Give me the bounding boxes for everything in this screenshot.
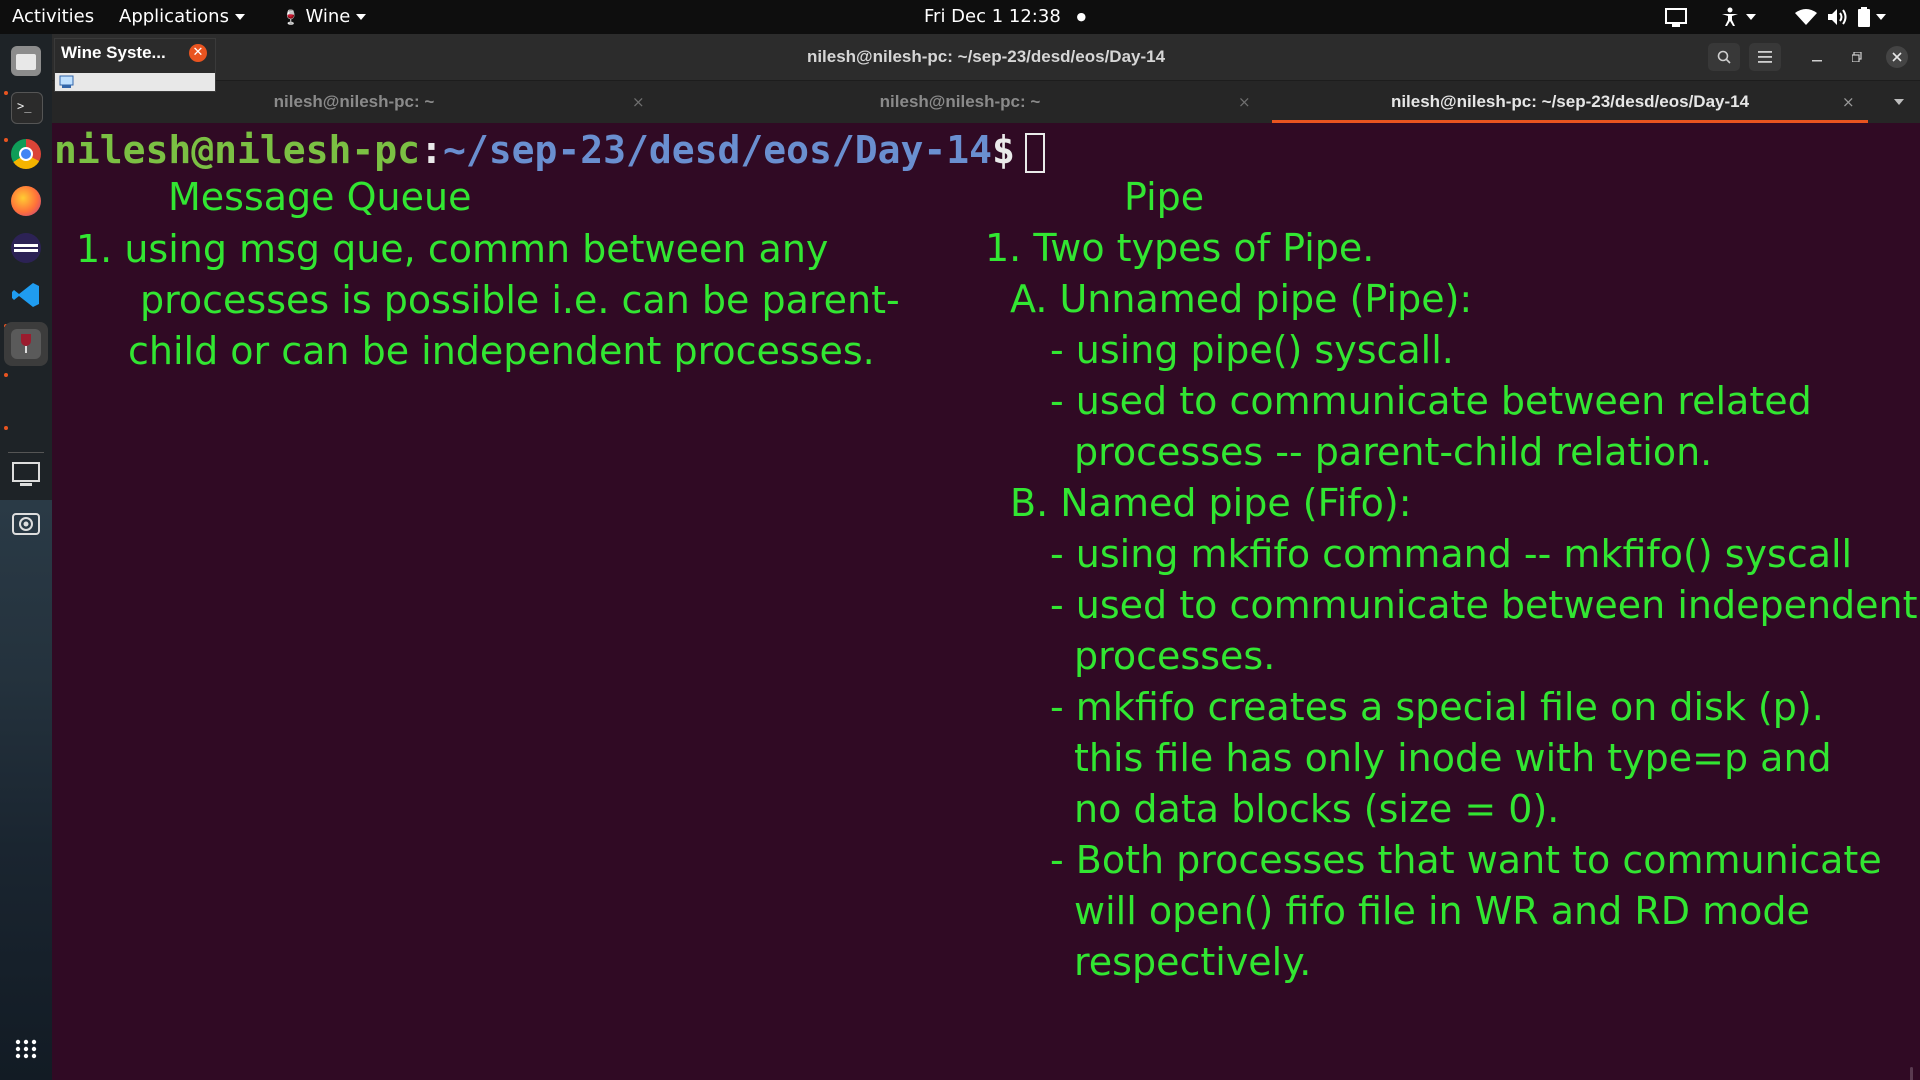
tab-label: nilesh@nilesh-pc: ~/sep-23/desd/eos/Day-…: [1390, 92, 1750, 111]
firefox-icon[interactable]: [11, 186, 41, 216]
prompt-user: nilesh@nilesh-pc: [54, 128, 421, 172]
right-line: - Both processes that want to communicat…: [1050, 838, 1882, 882]
accessibility-menu[interactable]: [1720, 0, 1756, 34]
chevron-down-icon: [1746, 14, 1756, 20]
clock-label: Fri Dec 1 12:38: [924, 6, 1061, 27]
notification-dot: ●: [1076, 10, 1087, 23]
tab-3-active[interactable]: nilesh@nilesh-pc: ~/sep-23/desd/eos/Day-…: [1272, 81, 1868, 123]
prompt-symbol: $: [992, 128, 1015, 172]
system-menu[interactable]: [1858, 0, 1886, 34]
wine-popup-title: Wine Syste...: [61, 43, 166, 62]
restore-icon: [1851, 51, 1862, 63]
wine-system-tray-popup[interactable]: Wine Syste... ✕: [54, 38, 216, 92]
terminal-window: nilesh@nilesh-pc: ~/sep-23/desd/eos/Day-…: [52, 34, 1920, 1080]
display-icon[interactable]: [11, 460, 41, 490]
left-line: processes is possible i.e. can be parent…: [140, 278, 900, 322]
restore-button[interactable]: [1846, 46, 1868, 68]
app-grid-icon[interactable]: [11, 1034, 41, 1064]
title-bar[interactable]: nilesh@nilesh-pc: ~/sep-23/desd/eos/Day-…: [52, 34, 1920, 81]
running-indicator: [4, 373, 8, 377]
volume-icon[interactable]: [1827, 8, 1849, 26]
close-button[interactable]: [1886, 46, 1908, 68]
chevron-down-icon: [1876, 14, 1886, 20]
window-title: nilesh@nilesh-pc: ~/sep-23/desd/eos/Day-…: [806, 47, 1166, 66]
right-line: - used to communicate between independen…: [1050, 583, 1918, 627]
top-bar: Activities Applications 🍷 Wine Fri Dec 1 …: [0, 0, 1920, 34]
terminal-area[interactable]: nilesh@nilesh-pc:~/sep-23/desd/eos/Day-1…: [52, 123, 1920, 1080]
tab-2[interactable]: nilesh@nilesh-pc: ~: [658, 81, 1262, 123]
wallpaper-strip: [0, 500, 52, 1080]
accessibility-icon: [1722, 7, 1738, 26]
wine-tray-icon[interactable]: [59, 75, 75, 89]
right-line: - using pipe() syscall.: [1050, 328, 1454, 372]
prompt-path: ~/sep-23/desd/eos/Day-14: [442, 128, 993, 172]
right-line: processes -- parent-child relation.: [1074, 430, 1713, 474]
left-line: child or can be independent processes.: [128, 329, 875, 373]
prompt-separator: :: [420, 128, 443, 172]
scrollbar[interactable]: [1910, 1067, 1913, 1080]
running-indicator: [4, 91, 8, 95]
search-icon: [1717, 50, 1731, 64]
wine-icon[interactable]: [11, 329, 41, 359]
terminal-icon[interactable]: >_: [11, 92, 43, 124]
close-icon: [1892, 52, 1902, 62]
running-indicator: [4, 426, 8, 430]
wifi-icon[interactable]: [1795, 9, 1817, 26]
battery-icon: [1858, 7, 1870, 27]
right-line: - mkfifo creates a special file on disk …: [1050, 685, 1824, 729]
right-line: no data blocks (size = 0).: [1074, 787, 1560, 831]
right-line: will open() fifo file in WR and RD mode: [1074, 889, 1810, 933]
tab-list-dropdown[interactable]: [1894, 99, 1904, 105]
minimize-icon: [1812, 60, 1822, 62]
activities-button[interactable]: Activities: [12, 0, 94, 34]
right-line: 1. Two types of Pipe.: [985, 226, 1375, 270]
applications-menu[interactable]: Applications: [119, 0, 245, 34]
right-line: processes.: [1074, 634, 1276, 678]
right-line: B. Named pipe (Fifo):: [1010, 481, 1412, 525]
files-icon[interactable]: [11, 46, 41, 76]
vscode-icon[interactable]: [11, 280, 41, 310]
right-line: this file has only inode with type=p and: [1074, 736, 1832, 780]
eclipse-icon[interactable]: [11, 233, 41, 263]
text-cursor: [1024, 132, 1045, 173]
wine-menu[interactable]: 🍷 Wine: [282, 0, 367, 34]
tab-close-button[interactable]: ×: [632, 81, 645, 123]
wine-glass-icon: 🍷: [282, 10, 300, 26]
minimize-button[interactable]: [1806, 46, 1828, 68]
chevron-down-icon: [234, 14, 245, 20]
left-line: 1. using msg que, commn between any: [76, 227, 829, 271]
right-heading: Pipe: [1124, 175, 1205, 219]
tab-close-button[interactable]: ×: [1238, 81, 1251, 123]
dock-separator: [8, 452, 44, 453]
right-line: - using mkfifo command -- mkfifo() sysca…: [1050, 532, 1853, 576]
left-heading: Message Queue: [168, 175, 472, 219]
chevron-down-icon: [356, 14, 367, 20]
applications-label: Applications: [119, 6, 229, 27]
hamburger-icon: [1758, 51, 1772, 63]
search-button[interactable]: [1708, 43, 1740, 71]
dock: >_: [0, 34, 52, 1080]
screenshot-icon[interactable]: [11, 508, 41, 538]
tab-bar: nilesh@nilesh-pc: ~ × nilesh@nilesh-pc: …: [52, 81, 1920, 123]
menu-button[interactable]: [1749, 43, 1781, 71]
tab-label: nilesh@nilesh-pc: ~: [879, 92, 1041, 111]
wine-popup-content: [55, 73, 215, 91]
shell-prompt: nilesh@nilesh-pc:~/sep-23/desd/eos/Day-1…: [54, 127, 1045, 173]
close-icon[interactable]: ✕: [189, 44, 207, 62]
wine-menu-label: Wine: [305, 6, 351, 27]
running-indicator: [4, 138, 8, 142]
clock[interactable]: Fri Dec 1 12:38 ●: [924, 0, 1086, 34]
tab-close-button[interactable]: ×: [1842, 81, 1855, 123]
right-line: respectively.: [1074, 940, 1312, 984]
screen-icon[interactable]: [1665, 8, 1687, 28]
right-line: A. Unnamed pipe (Pipe):: [1010, 277, 1473, 321]
tab-label: nilesh@nilesh-pc: ~: [273, 92, 435, 111]
right-line: - used to communicate between related: [1050, 379, 1812, 423]
chrome-icon[interactable]: [11, 139, 41, 169]
